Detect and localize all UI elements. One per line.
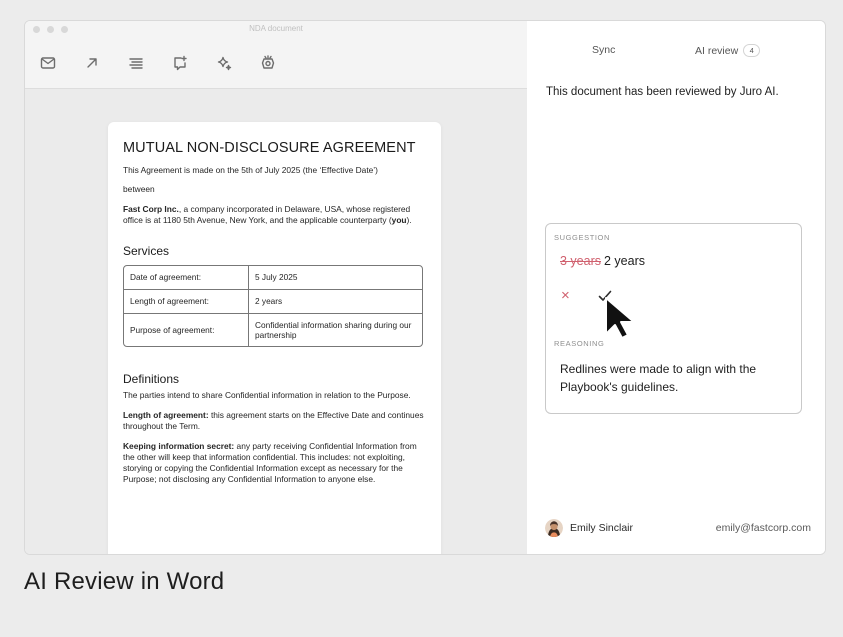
document-page[interactable]: MUTUAL NON-DISCLOSURE AGREEMENT This Agr… xyxy=(108,122,441,554)
mouse-pointer-icon xyxy=(605,297,635,339)
app-frame: NDA document MUTUAL NON-DISCLOSURE AGREE… xyxy=(24,20,826,555)
services-table: Date of agreement: 5 July 2025 Length of… xyxy=(123,265,423,347)
suggestion-label: SUGGESTION xyxy=(554,233,611,242)
title-bar: NDA document xyxy=(25,21,527,89)
table-value-length[interactable]: 2 years xyxy=(249,290,422,314)
ai-assist-button[interactable] xyxy=(214,52,258,74)
align-icon xyxy=(129,58,143,69)
document-title: MUTUAL NON-DISCLOSURE AGREEMENT xyxy=(123,140,416,156)
user-footer: Emily Sinclair emily@fastcorp.com xyxy=(545,518,811,538)
table-value: 5 July 2025 xyxy=(249,266,422,290)
window-title: NDA document xyxy=(249,24,303,33)
align-button[interactable] xyxy=(126,52,170,74)
suggestion-text: 3 years 2 years xyxy=(560,254,645,268)
table-value: Confidential information sharing during … xyxy=(255,319,412,341)
open-external-button[interactable] xyxy=(82,52,126,74)
definitions-heading: Definitions xyxy=(123,372,180,386)
party-desc-2: ). xyxy=(406,215,412,225)
intro-paragraph: This Agreement is made on the 5th of Jul… xyxy=(123,165,378,175)
definition-term: Keeping information secret: xyxy=(123,441,235,451)
reject-suggestion-button[interactable]: × xyxy=(561,287,570,304)
panel-tabs: Sync AI review 4 xyxy=(527,44,825,58)
tab-ai-review-label: AI review xyxy=(695,44,739,57)
toolbar xyxy=(38,52,302,74)
removed-text: 3 years xyxy=(560,254,601,268)
suggestion-card[interactable]: SUGGESTION 3 years 2 years × REASONING Re… xyxy=(545,223,802,414)
tab-ai-review[interactable]: AI review 4 xyxy=(695,44,761,57)
table-key: Length of agreement: xyxy=(124,290,249,314)
review-button[interactable] xyxy=(258,52,302,74)
reasoning-text: Redlines were made to align with the Pla… xyxy=(560,362,757,394)
tab-sync[interactable]: Sync xyxy=(592,44,615,56)
caption: AI Review in Word xyxy=(24,568,225,595)
added-text: 2 years xyxy=(604,254,645,268)
services-heading: Services xyxy=(123,244,170,258)
reviewed-message: This document has been reviewed by Juro … xyxy=(546,86,779,98)
table-row: Length of agreement: 2 years xyxy=(124,290,422,314)
badge-icon xyxy=(261,55,275,69)
definition-length: Length of agreement: this agreement star… xyxy=(123,410,425,432)
ai-review-panel: Sync AI review 4 This document has been … xyxy=(527,21,825,554)
definitions-intro: The parties intend to share Confidential… xyxy=(123,390,411,400)
ai-review-count-badge: 4 xyxy=(743,44,761,57)
arrow-up-right-icon xyxy=(87,58,97,68)
mail-button[interactable] xyxy=(38,52,82,74)
sparkle-icon xyxy=(217,56,232,71)
table-row: Date of agreement: 5 July 2025 xyxy=(124,266,422,290)
table-key: Date of agreement: xyxy=(124,266,249,290)
user-email: emily@fastcorp.com xyxy=(715,522,811,534)
table-row: Purpose of agreement: Confidential infor… xyxy=(124,314,422,346)
avatar[interactable] xyxy=(545,519,563,537)
party-paragraph: Fast Corp Inc., a company incorporated i… xyxy=(123,204,425,226)
close-icon: × xyxy=(561,287,570,304)
mail-icon xyxy=(40,57,56,69)
reasoning-label: REASONING xyxy=(554,339,605,348)
party-you: you xyxy=(391,215,407,225)
table-key: Purpose of agreement: xyxy=(124,314,249,346)
party-name: Fast Corp Inc. xyxy=(123,204,179,214)
user-name: Emily Sinclair xyxy=(570,522,634,534)
word-window: NDA document MUTUAL NON-DISCLOSURE AGREE… xyxy=(25,21,527,554)
comment-add-icon xyxy=(174,55,187,71)
between-text: between xyxy=(123,184,155,194)
definition-secret: Keeping information secret: any party re… xyxy=(123,441,425,485)
definition-term: Length of agreement: xyxy=(123,410,209,420)
add-comment-button[interactable] xyxy=(170,52,214,74)
